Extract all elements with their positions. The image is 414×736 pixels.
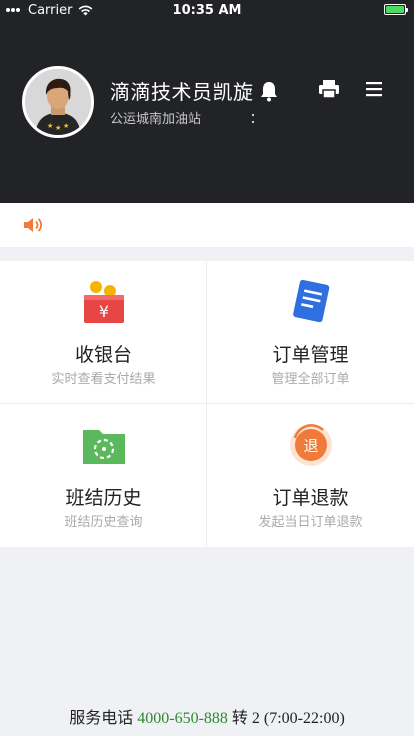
header: Carrier 10:35 AM ★ ★ ★ 滴滴技术员凯旋 公运城南加油站 (0, 0, 414, 203)
cashier-description: 实时查看支付结果 (51, 372, 156, 387)
order-refund-tile[interactable]: 退 订单退款 发起当日订单退款 (207, 404, 414, 547)
order-management-description: 管理全部订单 (271, 372, 350, 387)
avatar[interactable]: ★ ★ ★ (22, 66, 94, 138)
svg-text:★: ★ (47, 122, 53, 130)
menu-icon[interactable] (364, 80, 384, 98)
service-phone-hours: 转 2 (7:00-22:00) (231, 710, 345, 727)
speaker-icon (24, 218, 43, 232)
cashier-tile[interactable]: ¥ 收银台 实时查看支付结果 (0, 261, 207, 404)
printer-icon[interactable] (318, 79, 340, 99)
document-icon (293, 279, 330, 323)
svg-text:¥: ¥ (99, 302, 109, 321)
status-bar: Carrier 10:35 AM (0, 0, 414, 20)
shift-history-label: 班结历史 (65, 487, 142, 509)
svg-text:退: 退 (303, 437, 318, 455)
shift-history-icon (83, 430, 125, 464)
order-refund-label: 订单退款 (272, 487, 349, 509)
cashier-label: 收银台 (74, 344, 132, 366)
more-dots-icon (252, 112, 255, 126)
service-phone-footer: 服务电话 4000-650-888 转 2 (7:00-22:00) (0, 704, 414, 728)
service-phone-label: 服务电话 (69, 710, 134, 727)
order-refund-description: 发起当日订单退款 (258, 515, 363, 530)
order-management-label: 订单管理 (272, 344, 349, 366)
page-title: 滴滴技术员凯旋 (110, 80, 254, 104)
avatar-image: ★ ★ ★ (25, 69, 91, 135)
bell-icon[interactable] (259, 80, 279, 102)
notice-bar[interactable] (0, 203, 414, 247)
refund-icon: 退 (290, 424, 332, 466)
station-name: 公运城南加油站 (110, 112, 202, 127)
shift-history-tile[interactable]: 班结历史 班结历史查询 (0, 404, 207, 547)
svg-text:★: ★ (63, 122, 69, 130)
shift-history-description: 班结历史查询 (64, 515, 143, 530)
order-management-tile[interactable]: 订单管理 管理全部订单 (207, 261, 414, 404)
feature-grid: ¥ 收银台 实时查看支付结果 订单管理 管理全部订单 班结历史 班结历史查询 退… (0, 261, 414, 547)
svg-text:★: ★ (55, 124, 61, 132)
status-time: 10:35 AM (172, 3, 242, 18)
battery-icon (384, 4, 408, 15)
cashier-icon: ¥ (84, 281, 124, 323)
service-phone-number[interactable]: 4000-650-888 (137, 710, 228, 727)
